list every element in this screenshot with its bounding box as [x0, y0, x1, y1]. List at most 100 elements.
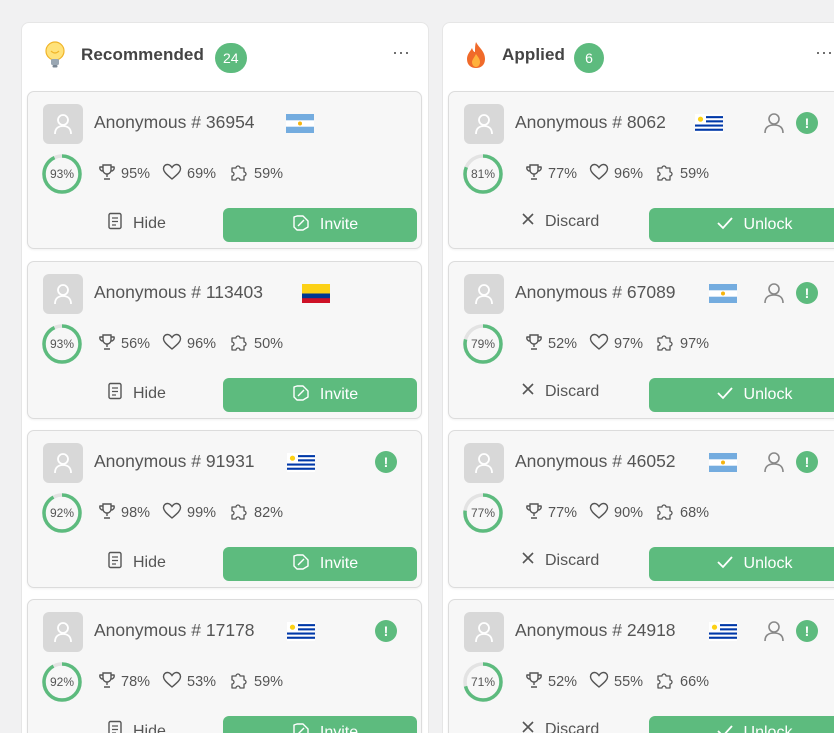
trophy-stat: 52%	[525, 672, 577, 692]
invite-button[interactable]: Invite	[223, 378, 417, 412]
discard-button[interactable]: Discard	[511, 382, 599, 401]
heart-icon	[589, 502, 614, 524]
column-title: Applied	[502, 45, 566, 64]
trophy-icon	[525, 502, 548, 524]
heart-icon	[162, 163, 187, 185]
fire-icon	[463, 40, 489, 70]
unlock-button[interactable]: Unlock	[649, 378, 834, 412]
hide-button[interactable]: Hide	[97, 212, 166, 235]
column-applied: Applied 6 ⋯ Anonymous # 8062! 81% 77% 96% 59% Di…	[442, 22, 834, 733]
candidate-card[interactable]: Anonymous # 17178! 92% 78% 53% 59% Hide Invite	[27, 599, 422, 733]
alert-icon[interactable]: !	[796, 282, 818, 304]
action-label: Invite	[319, 216, 359, 233]
candidate-card[interactable]: Anonymous # 46052! 77% 77% 90% 68% Discard Unl…	[448, 430, 834, 588]
discard-button[interactable]: Discard	[511, 212, 599, 231]
user-icon[interactable]	[763, 620, 785, 647]
trophy-stat-value: 98%	[121, 505, 151, 521]
trophy-stat-value: 77%	[548, 505, 578, 521]
column-recommended: Recommended 24 ⋯ Anonymous # 36954 93% 95% 69%…	[21, 22, 429, 733]
candidate-name: Anonymous # 8062	[515, 112, 666, 132]
puzzle-stat-value: 59%	[254, 166, 284, 182]
trophy-stat: 98%	[98, 503, 150, 523]
candidate-card[interactable]: Anonymous # 91931! 92% 98% 99% 82% Hide Invite	[27, 430, 422, 588]
trophy-stat: 52%	[525, 334, 577, 354]
discard-button[interactable]: Discard	[511, 551, 599, 570]
user-icon[interactable]	[763, 451, 785, 478]
more-options-button[interactable]: ⋯	[392, 43, 412, 64]
action-label: Unlock	[743, 555, 793, 572]
trophy-icon	[98, 671, 121, 693]
invite-button[interactable]: Invite	[223, 547, 417, 581]
candidate-card[interactable]: Anonymous # 8062! 81% 77% 96% 59% Discard Unlo…	[448, 91, 834, 249]
discard-button[interactable]: Discard	[511, 720, 599, 733]
match-score: 71%	[470, 675, 496, 689]
hide-icon	[107, 720, 123, 733]
unlock-button[interactable]: Unlock	[649, 716, 834, 733]
hide-icon	[107, 551, 123, 574]
action-label: Discard	[545, 551, 600, 569]
trophy-stat-value: 77%	[548, 166, 578, 182]
candidate-card[interactable]: Anonymous # 24918! 71% 52% 55% 66% Discard Unl…	[448, 599, 834, 733]
more-options-button[interactable]: ⋯	[815, 43, 834, 64]
alert-icon[interactable]: !	[796, 112, 818, 134]
score-ring: 81%	[462, 153, 504, 195]
user-icon[interactable]	[763, 282, 785, 309]
invite-button[interactable]: Invite	[223, 208, 417, 242]
candidate-name: Anonymous # 67089	[515, 282, 676, 302]
score-ring: 93%	[41, 323, 83, 365]
puzzle-icon	[229, 501, 254, 525]
score-ring: 79%	[462, 323, 504, 365]
discard-icon	[521, 551, 535, 570]
user-icon[interactable]	[763, 112, 785, 139]
candidate-card[interactable]: Anonymous # 67089! 79% 52% 97% 97% Discard Unl…	[448, 261, 834, 419]
puzzle-stat-value: 82%	[254, 505, 284, 521]
candidate-card[interactable]: Anonymous # 113403 93% 56% 96% 50% Hide Invite	[27, 261, 422, 419]
heart-icon	[589, 333, 614, 355]
check-icon	[716, 555, 734, 574]
hide-button[interactable]: Hide	[97, 720, 166, 733]
unlock-button[interactable]: Unlock	[649, 208, 834, 242]
check-icon	[716, 724, 734, 733]
avatar	[43, 443, 83, 483]
hide-button[interactable]: Hide	[97, 551, 166, 574]
action-label: Hide	[133, 384, 166, 402]
uruguay-flag-icon	[695, 114, 723, 133]
invite-icon	[292, 553, 310, 576]
heart-stat: 96%	[589, 163, 643, 184]
candidate-name: Anonymous # 113403	[94, 282, 263, 302]
hide-button[interactable]: Hide	[97, 382, 166, 405]
count-badge: 6	[574, 43, 604, 73]
action-label: Discard	[545, 720, 600, 733]
puzzle-stat-value: 68%	[680, 505, 710, 521]
candidate-name: Anonymous # 17178	[94, 620, 255, 640]
invite-button[interactable]: Invite	[223, 716, 417, 733]
alert-icon[interactable]: !	[796, 451, 818, 473]
alert-icon[interactable]: !	[375, 620, 397, 642]
unlock-button[interactable]: Unlock	[649, 547, 834, 581]
heart-stat-value: 53%	[187, 674, 217, 690]
trophy-icon	[98, 502, 121, 524]
puzzle-stat-value: 50%	[254, 336, 284, 352]
avatar	[464, 104, 504, 144]
column-header: Recommended 24 ⋯	[22, 23, 428, 91]
argentina-flag-icon	[709, 284, 737, 303]
heart-stat-value: 90%	[614, 505, 644, 521]
candidate-card[interactable]: Anonymous # 36954 93% 95% 69% 59% Hide Invite	[27, 91, 422, 249]
trophy-stat: 77%	[525, 164, 577, 184]
action-label: Unlock	[743, 724, 793, 733]
action-label: Invite	[319, 724, 359, 733]
candidate-name: Anonymous # 36954	[94, 112, 255, 132]
trophy-stat: 77%	[525, 503, 577, 523]
puzzle-icon	[229, 670, 254, 694]
match-score: 93%	[49, 337, 75, 351]
invite-icon	[292, 384, 310, 407]
alert-icon[interactable]: !	[375, 451, 397, 473]
alert-icon[interactable]: !	[796, 620, 818, 642]
heart-stat-value: 69%	[187, 166, 217, 182]
trophy-icon	[525, 163, 548, 185]
action-label: Unlock	[743, 216, 793, 233]
puzzle-icon	[655, 670, 680, 694]
puzzle-stat: 68%	[655, 503, 709, 523]
hide-icon	[107, 382, 123, 405]
avatar	[43, 104, 83, 144]
